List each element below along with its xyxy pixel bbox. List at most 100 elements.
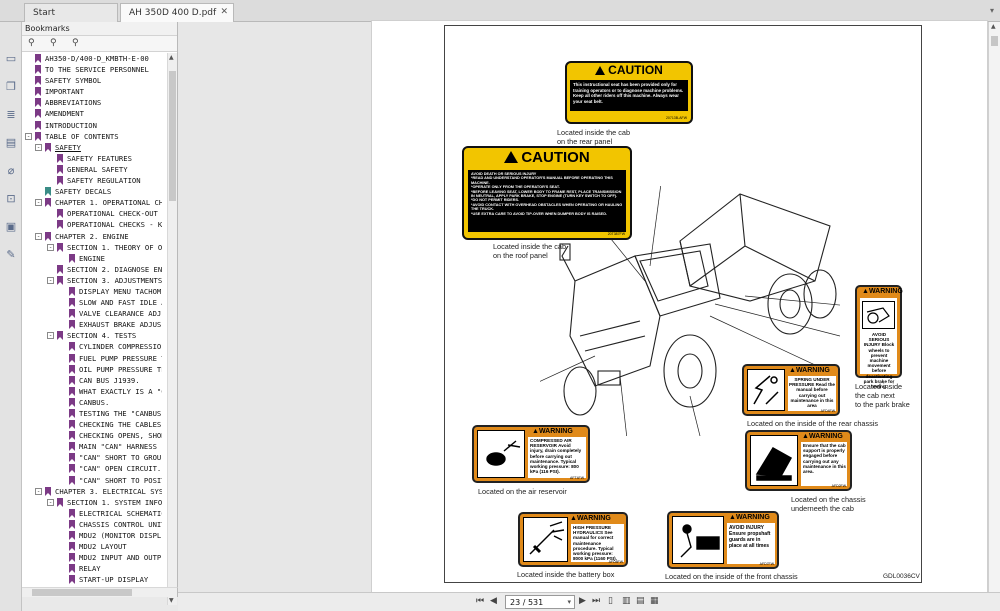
- tab-label: AH 350D 400 D.pdf: [129, 8, 217, 18]
- bookmark-item[interactable]: CHASSIS CONTROL UNIT: [22, 519, 166, 530]
- collapse-toggle-icon[interactable]: -: [47, 332, 54, 340]
- bookmark-item[interactable]: - TABLE OF CONTENTS: [22, 131, 166, 142]
- page-icon[interactable]: ▭: [4, 52, 18, 66]
- scroll-up-icon[interactable]: ▲: [169, 54, 174, 61]
- bookmark-item[interactable]: AMENDMENT: [22, 108, 166, 119]
- pen-icon[interactable]: ✎: [4, 248, 18, 262]
- bookmark-item[interactable]: ELECTRICAL SCHEMATIC: [22, 508, 166, 519]
- collapse-toggle-icon[interactable]: -: [35, 232, 42, 240]
- bookmark-item[interactable]: GENERAL SAFETY: [22, 164, 166, 175]
- expand-all-icon[interactable]: ⚲: [28, 38, 35, 48]
- bookmark-item[interactable]: - SECTION 4. TESTS: [22, 330, 166, 341]
- thumbnails-icon[interactable]: ❐: [4, 80, 18, 94]
- document-view[interactable]: CAUTION This instructional seat has been…: [178, 20, 1000, 600]
- close-icon[interactable]: ✕: [220, 7, 228, 17]
- bookmark-item[interactable]: - CHAPTER 3. ELECTRICAL SYST: [22, 486, 166, 497]
- scroll-thumb[interactable]: [32, 589, 132, 596]
- bookmark-item[interactable]: CAN BUS J1939.: [22, 375, 166, 386]
- chevron-down-icon[interactable]: ▾: [567, 598, 571, 606]
- bookmark-item[interactable]: - CHAPTER 1. OPERATIONAL CH: [22, 197, 166, 208]
- collapse-toggle-icon[interactable]: -: [47, 276, 54, 284]
- bookmark-item[interactable]: FUEL PUMP PRESSURE T: [22, 353, 166, 364]
- bookmark-item[interactable]: SLOW AND FAST IDLE A: [22, 297, 166, 308]
- bookmark-icon: [35, 76, 41, 86]
- bookmark-item[interactable]: SAFETY FEATURES: [22, 153, 166, 164]
- bookmark-item[interactable]: CANBUS.: [22, 397, 166, 408]
- bookmark-item[interactable]: - CHAPTER 2. ENGINE: [22, 231, 166, 242]
- bookmark-item[interactable]: MDU2 LAYOUT: [22, 541, 166, 552]
- collapse-toggle-icon[interactable]: -: [35, 199, 42, 207]
- bookmark-item[interactable]: "CAN" SHORT TO GROU: [22, 452, 166, 463]
- bookmark-item[interactable]: ABBREVIATIONS: [22, 97, 166, 108]
- bookmark-item[interactable]: CHECKING THE CABLES: [22, 419, 166, 430]
- page-number-input[interactable]: 23 / 531 ▾: [505, 595, 575, 609]
- bookmark-item[interactable]: SAFETY SYMBOL: [22, 75, 166, 86]
- previous-page-icon[interactable]: ◀: [490, 596, 497, 606]
- bookmark-item[interactable]: OPERATIONAL CHECKS - KE: [22, 219, 166, 230]
- single-page-view-icon[interactable]: ▯: [608, 596, 613, 606]
- bookmark-item[interactable]: - SECTION 3. ADJUSTMENTS: [22, 275, 166, 286]
- scroll-thumb[interactable]: [991, 36, 998, 46]
- scroll-up-icon[interactable]: ▲: [991, 23, 996, 30]
- bookmarks-toolbar: ⚲ ⚲ ⚲: [22, 36, 177, 52]
- bookmark-item[interactable]: MAIN "CAN" HARNESS: [22, 441, 166, 452]
- facing-view-icon[interactable]: ▤: [636, 596, 645, 606]
- bookmark-item[interactable]: IMPORTANT: [22, 86, 166, 97]
- decal-code: 20713B-AFW: [665, 116, 687, 120]
- bookmark-icon: [35, 120, 41, 130]
- bookmark-item[interactable]: MDU2 INPUT AND OUTP: [22, 552, 166, 563]
- collapse-toggle-icon[interactable]: -: [25, 132, 32, 140]
- bookmark-item[interactable]: AH350-D/400-D_KMBTH-E-00: [22, 53, 166, 64]
- continuous-facing-view-icon[interactable]: ▦: [650, 596, 659, 606]
- collapse-toggle-icon[interactable]: -: [35, 143, 42, 151]
- collapse-all-icon[interactable]: ⚲: [50, 38, 57, 48]
- collapse-toggle-icon[interactable]: -: [35, 487, 42, 495]
- collapse-toggle-icon[interactable]: -: [47, 243, 54, 251]
- scroll-down-icon[interactable]: ▼: [169, 597, 174, 604]
- comments-icon[interactable]: ▤: [4, 136, 18, 150]
- tab-document[interactable]: AH 350D 400 D.pdf ✕: [120, 3, 234, 22]
- bookmark-item[interactable]: WHAT EXACTLY IS A "C: [22, 386, 166, 397]
- bookmark-item[interactable]: SAFETY DECALS: [22, 186, 166, 197]
- signature-icon[interactable]: ⊡: [4, 192, 18, 206]
- tab-start[interactable]: Start: [24, 3, 118, 22]
- bookmark-item[interactable]: CYLINDER COMPRESSIO: [22, 341, 166, 352]
- warning-triangle-icon: [595, 66, 606, 75]
- bookmark-item[interactable]: OPERATIONAL CHECK-OUT: [22, 208, 166, 219]
- bookmark-item[interactable]: VALVE CLEARANCE ADJ: [22, 308, 166, 319]
- bookmarks-scrollbar[interactable]: ▲ ▼: [167, 53, 177, 605]
- lock-icon[interactable]: ▣: [4, 220, 18, 234]
- warning-header: ▲WARNING: [862, 288, 903, 295]
- first-page-icon[interactable]: ⏮: [476, 596, 484, 606]
- continuous-view-icon[interactable]: ▥: [622, 596, 631, 606]
- scroll-thumb[interactable]: [169, 71, 176, 201]
- chevron-down-icon[interactable]: ▾: [990, 6, 994, 15]
- bookmark-item[interactable]: CHECKING OPENS, SHOR: [22, 430, 166, 441]
- next-page-icon[interactable]: ▶: [579, 596, 586, 606]
- bookmark-item[interactable]: OIL PUMP PRESSURE TE: [22, 364, 166, 375]
- bookmark-item[interactable]: START-UP DISPLAY: [22, 574, 166, 585]
- bookmark-item[interactable]: - SECTION 1. THEORY OF OF: [22, 242, 166, 253]
- bookmark-item[interactable]: INTRODUCTION: [22, 120, 166, 131]
- bookmark-item[interactable]: - SECTION 1. SYSTEM INFOR: [22, 497, 166, 508]
- bookmark-icon: [69, 519, 75, 529]
- bookmark-options-icon[interactable]: ⚲: [72, 38, 79, 48]
- bookmark-item[interactable]: SECTION 2. DIAGNOSE ENG: [22, 264, 166, 275]
- bookmark-item[interactable]: - SAFETY: [22, 142, 166, 153]
- collapse-toggle-icon[interactable]: -: [47, 498, 54, 506]
- bookmark-item[interactable]: TO THE SERVICE PERSONNEL: [22, 64, 166, 75]
- attachment-icon[interactable]: ⌀: [4, 164, 18, 178]
- bookmark-item[interactable]: EXHAUST BRAKE ADJUS: [22, 319, 166, 330]
- layers-icon[interactable]: ≣: [4, 108, 18, 122]
- document-scrollbar[interactable]: ▲: [988, 22, 1000, 592]
- bookmark-item[interactable]: TESTING THE "CANBUS": [22, 408, 166, 419]
- bookmarks-hscrollbar[interactable]: [22, 587, 178, 597]
- last-page-icon[interactable]: ⏭: [592, 596, 600, 606]
- bookmark-item[interactable]: "CAN" OPEN CIRCUIT.: [22, 463, 166, 474]
- bookmark-item[interactable]: "CAN" SHORT TO POSIT: [22, 475, 166, 486]
- bookmark-item[interactable]: MDU2 (MONITOR DISPL: [22, 530, 166, 541]
- bookmark-item[interactable]: DISPLAY MENU TACHOM: [22, 286, 166, 297]
- bookmark-item[interactable]: SAFETY REGULATION: [22, 175, 166, 186]
- bookmark-item[interactable]: RELAY: [22, 563, 166, 574]
- bookmark-item[interactable]: ENGINE: [22, 253, 166, 264]
